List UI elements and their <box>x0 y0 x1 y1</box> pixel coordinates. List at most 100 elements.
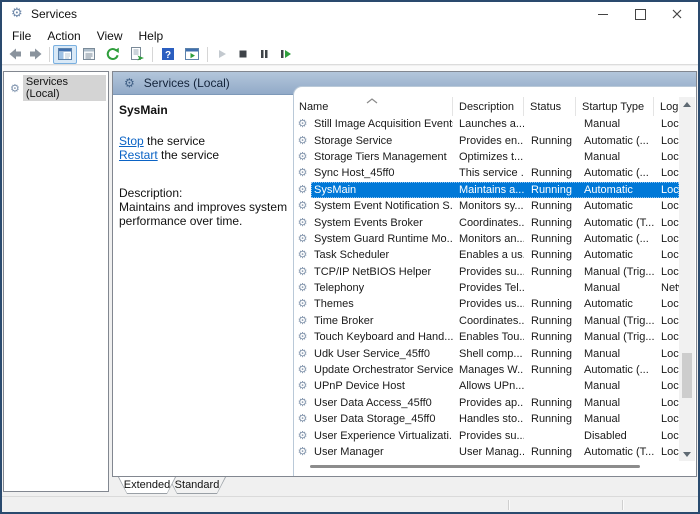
cell-name: Task Scheduler <box>311 249 453 261</box>
table-row[interactable]: ⚙System Guard Runtime Mo...Monitors an..… <box>294 231 679 247</box>
help-button[interactable]: ? <box>156 45 180 64</box>
cell-status: Running <box>524 331 576 343</box>
table-row[interactable]: ⚙Storage Tiers ManagementOptimizes t...M… <box>294 149 679 165</box>
cell-status: Running <box>524 298 576 310</box>
table-row[interactable]: ⚙System Events BrokerCoordinates...Runni… <box>294 214 679 230</box>
column-header-log-on-as[interactable]: Log <box>654 97 679 116</box>
table-row[interactable]: ⚙Sync Host_45ff0This service ...RunningA… <box>294 165 679 181</box>
cell-startup-type: Manual (Trig... <box>576 266 654 278</box>
cell-startup-type: Automatic (T... <box>576 217 654 229</box>
tab-extended[interactable]: Extended <box>118 477 176 494</box>
stop-service-button[interactable] <box>232 45 253 64</box>
toolbar: ? <box>0 44 700 65</box>
console-tree-pane: ⚙ Services (Local) <box>3 71 109 492</box>
cell-log-on-as: Loca <box>654 315 679 327</box>
service-rows: ⚙Still Image Acquisition EventsLaunches … <box>294 116 679 461</box>
column-header-name[interactable]: Name <box>294 97 453 116</box>
table-row[interactable]: ⚙Time BrokerCoordinates...RunningManual … <box>294 313 679 329</box>
stop-service-link[interactable]: Stop <box>119 134 144 148</box>
cell-description: Coordinates... <box>453 315 524 327</box>
table-row[interactable]: ⚙Update Orchestrator ServiceManages W...… <box>294 362 679 378</box>
table-row[interactable]: ⚙Task SchedulerEnables a us...RunningAut… <box>294 247 679 263</box>
status-bar-separator <box>508 500 510 510</box>
table-row[interactable]: ⚙UPnP Device HostAllows UPn...ManualLoca <box>294 378 679 394</box>
service-gear-icon: ⚙ <box>294 395 311 411</box>
maximize-button[interactable] <box>623 0 657 28</box>
cell-log-on-as: Loca <box>654 331 679 343</box>
cell-startup-type: Manual <box>576 282 654 294</box>
cell-description: Enables Tou... <box>453 331 524 343</box>
vertical-scroll-thumb[interactable] <box>682 353 692 398</box>
minimize-button[interactable] <box>586 0 620 28</box>
table-row[interactable]: ⚙User Experience Virtualizati...Provides… <box>294 427 679 443</box>
table-row[interactable]: ⚙User Data Access_45ff0Provides ap...Run… <box>294 395 679 411</box>
title-bar: ⚙ Services <box>0 0 700 28</box>
cell-startup-type: Manual (Trig... <box>576 315 654 327</box>
service-gear-icon: ⚙ <box>294 215 311 231</box>
cell-status: Running <box>524 184 576 196</box>
cell-description: Provides ap... <box>453 397 524 409</box>
cell-startup-type: Disabled <box>576 430 654 442</box>
view-tabs: Extended Standard <box>112 477 697 496</box>
cell-startup-type: Manual (Trig... <box>576 331 654 343</box>
close-button[interactable] <box>660 0 694 28</box>
table-row[interactable]: ⚙TelephonyProvides Tel...ManualNetw <box>294 280 679 296</box>
column-header-startup-type[interactable]: Startup Type <box>576 97 654 116</box>
cell-name: User Manager <box>311 446 453 458</box>
scroll-down-button[interactable] <box>679 447 695 461</box>
start-service-button[interactable] <box>211 45 232 64</box>
cell-name: Storage Service <box>311 135 453 147</box>
show-action-pane-button[interactable] <box>180 45 204 64</box>
show-console-tree-button[interactable] <box>53 45 77 64</box>
back-icon <box>7 46 23 62</box>
service-gear-icon: ⚙ <box>294 165 311 181</box>
services-app-icon: ⚙ <box>11 6 23 22</box>
forward-button[interactable] <box>25 45 46 64</box>
horizontal-scroll-thumb[interactable] <box>310 465 640 468</box>
table-row[interactable]: ⚙User ManagerUser Manag...RunningAutomat… <box>294 444 679 460</box>
table-row[interactable]: ⚙Udk User Service_45ff0Shell comp...Runn… <box>294 345 679 361</box>
cell-startup-type: Automatic (... <box>576 364 654 376</box>
vertical-scrollbar[interactable] <box>679 97 695 461</box>
cell-name: System Event Notification S... <box>311 200 453 212</box>
cell-description: Manages W... <box>453 364 524 376</box>
start-service-icon <box>214 46 230 62</box>
service-action-links: Stop the service Restart the service <box>119 134 291 162</box>
table-row[interactable]: ⚙Storage ServiceProvides en...RunningAut… <box>294 132 679 148</box>
tab-extended-label: Extended <box>119 477 175 493</box>
export-list-button[interactable] <box>125 45 149 64</box>
svg-text:?: ? <box>165 50 171 61</box>
cell-startup-type: Automatic (T... <box>576 446 654 458</box>
table-row[interactable]: ⚙User Data Storage_45ff0Handles sto...Ru… <box>294 411 679 427</box>
pause-service-button[interactable] <box>253 45 274 64</box>
services-node-icon: ⚙ <box>10 82 20 95</box>
pane-header-title: Services (Local) <box>144 76 230 90</box>
menu-help[interactable]: Help <box>131 28 172 44</box>
column-header-description[interactable]: Description <box>453 97 524 116</box>
table-row[interactable]: ⚙Touch Keyboard and Hand...Enables Tou..… <box>294 329 679 345</box>
menu-action[interactable]: Action <box>39 28 88 44</box>
table-row[interactable]: ⚙SysMainMaintains a...RunningAutomaticLo… <box>294 182 679 198</box>
cell-description: Shell comp... <box>453 348 524 360</box>
restart-service-button[interactable] <box>274 45 295 64</box>
table-row[interactable]: ⚙TCP/IP NetBIOS HelperProvides su...Runn… <box>294 264 679 280</box>
table-row[interactable]: ⚙ThemesProvides us...RunningAutomaticLoc… <box>294 296 679 312</box>
cell-status: Running <box>524 217 576 229</box>
service-gear-icon: ⚙ <box>294 198 311 214</box>
menu-view[interactable]: View <box>89 28 131 44</box>
scroll-up-button[interactable] <box>679 97 695 111</box>
menu-file[interactable]: File <box>4 28 39 44</box>
table-row[interactable]: ⚙System Event Notification S...Monitors … <box>294 198 679 214</box>
cell-status: Running <box>524 200 576 212</box>
tab-standard[interactable]: Standard <box>168 477 226 494</box>
table-row[interactable]: ⚙Still Image Acquisition EventsLaunches … <box>294 116 679 132</box>
tree-item-services-local[interactable]: ⚙ Services (Local) <box>6 75 106 101</box>
refresh-button[interactable] <box>101 45 125 64</box>
horizontal-scrollbar[interactable] <box>295 462 678 475</box>
back-button[interactable] <box>4 45 25 64</box>
cell-log-on-as: Loca <box>654 118 679 130</box>
restart-service-link[interactable]: Restart <box>119 148 158 162</box>
column-header-status[interactable]: Status <box>524 97 576 116</box>
properties-button[interactable] <box>77 45 101 64</box>
cell-status: Running <box>524 266 576 278</box>
